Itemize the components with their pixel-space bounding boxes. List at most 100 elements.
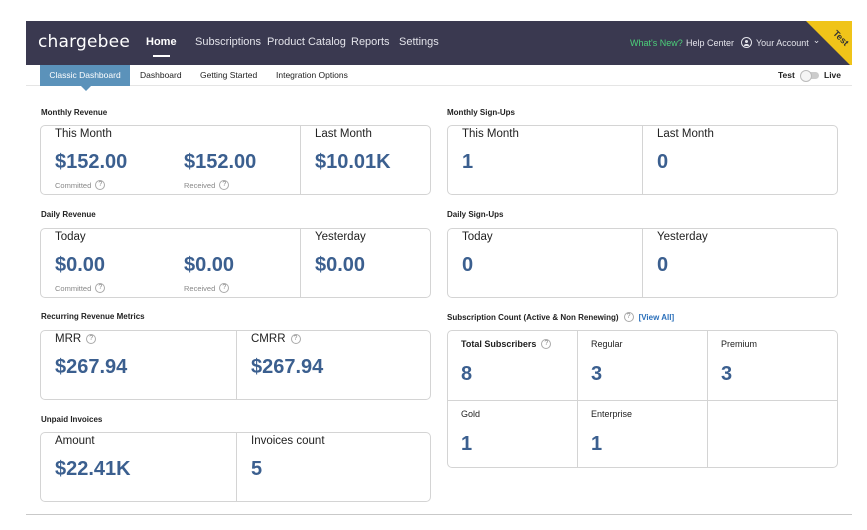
cmrr-label-wrap: CMRR ?	[251, 333, 301, 345]
premium-cell: Premium 3	[707, 331, 837, 400]
bottom-divider	[26, 514, 852, 515]
committed-label-wrap: Committed ?	[55, 180, 106, 190]
unpaid-invoices-title: Unpaid Invoices	[41, 415, 103, 424]
monthly-revenue-title: Monthly Revenue	[41, 108, 108, 117]
committed-label: Committed	[55, 283, 92, 293]
mrr-cell: MRR ? $267.94	[41, 331, 236, 399]
unpaid-invoices-panel: Amount $22.41K Invoices count 5	[40, 432, 431, 502]
cmrr-cell: CMRR ? $267.94	[236, 331, 430, 399]
committed-label: Committed	[55, 180, 92, 190]
subscription-count-title: Subscription Count (Active & Non Renewin…	[447, 312, 619, 322]
user-avatar-icon	[741, 37, 752, 48]
total-subscribers-cell: Total Subscribers ? 8	[448, 331, 577, 400]
regular-cell: Regular 3	[577, 331, 707, 400]
amount-value: $22.41K	[55, 458, 131, 480]
cmrr-value: $267.94	[251, 356, 324, 378]
daily-received-value: $0.00	[184, 254, 235, 276]
help-center-link[interactable]: Help Center	[686, 38, 734, 48]
regular-value: 3	[591, 363, 603, 385]
help-icon[interactable]: ?	[86, 334, 97, 344]
last-month-label: Last Month	[657, 128, 714, 140]
daily-revenue-panel: Today $0.00 Committed ? $0.00 Received ?…	[40, 228, 431, 298]
yesterday-value: $0.00	[315, 254, 366, 276]
mrr-label-wrap: MRR ?	[55, 333, 97, 345]
daily-revenue-yesterday: Yesterday $0.00	[300, 229, 430, 297]
help-icon[interactable]: ?	[95, 283, 106, 293]
total-subscribers-label: Total Subscribers	[461, 339, 537, 349]
recurring-revenue-title: Recurring Revenue Metrics	[41, 312, 145, 321]
daily-committed-value: $0.00	[55, 254, 106, 276]
enterprise-cell: Enterprise 1	[577, 400, 707, 467]
monthly-revenue-this-month: This Month $152.00 Committed ? $152.00 R…	[41, 126, 300, 194]
invoices-count-cell: Invoices count 5	[236, 433, 430, 501]
help-icon[interactable]: ?	[95, 180, 106, 190]
daily-committed-label-wrap: Committed ?	[55, 283, 106, 293]
signups-today: Today 0	[448, 229, 642, 297]
received-label: Received	[184, 180, 216, 190]
help-icon[interactable]: ?	[219, 283, 230, 293]
signups-last-month: Last Month 0	[642, 126, 837, 194]
signups-today-value: 0	[462, 254, 474, 276]
committed-value: $152.00	[55, 151, 128, 173]
monthly-revenue-panel: This Month $152.00 Committed ? $152.00 R…	[40, 125, 431, 195]
total-subscribers-value: 8	[461, 363, 473, 385]
monthly-signups-title: Monthly Sign-Ups	[447, 108, 515, 117]
last-month-value: $10.01K	[315, 151, 391, 173]
monthly-revenue-last-month: Last Month $10.01K	[300, 126, 430, 194]
yesterday-label: Yesterday	[315, 231, 366, 243]
amount-cell: Amount $22.41K	[41, 433, 236, 501]
chargebee-logo[interactable]: chargebee	[38, 32, 130, 52]
enterprise-label: Enterprise	[591, 409, 633, 419]
mode-test-label: Test	[778, 70, 795, 80]
tab-integration-options[interactable]: Integration Options	[276, 70, 348, 80]
received-label-wrap: Received ?	[184, 180, 230, 190]
enterprise-value: 1	[591, 433, 603, 455]
empty-cell	[707, 400, 837, 467]
mrr-value: $267.94	[55, 356, 128, 378]
whats-new-link[interactable]: What's New?	[630, 38, 683, 48]
daily-signups-title: Daily Sign-Ups	[447, 210, 504, 219]
received-value: $152.00	[184, 151, 257, 173]
tab-classic-dashboard[interactable]: Classic Dashboard	[40, 65, 130, 91]
gold-cell: Gold 1	[448, 400, 577, 467]
invoices-count-value: 5	[251, 458, 263, 480]
total-subscribers-label-wrap: Total Subscribers ?	[461, 339, 552, 349]
cmrr-label: CMRR	[251, 333, 286, 345]
today-label: Today	[55, 231, 86, 243]
nav-reports[interactable]: Reports	[351, 36, 390, 48]
gold-label: Gold	[461, 409, 481, 419]
account-label: Your Account	[756, 37, 809, 48]
yesterday-label: Yesterday	[657, 231, 708, 243]
nav-home[interactable]: Home	[146, 36, 177, 57]
daily-revenue-today: Today $0.00 Committed ? $0.00 Received ?	[41, 229, 300, 297]
this-month-label: This Month	[55, 128, 112, 140]
monthly-signups-panel: This Month 1 Last Month 0	[447, 125, 838, 195]
test-live-toggle[interactable]	[800, 70, 819, 82]
help-icon[interactable]: ?	[219, 180, 230, 190]
daily-signups-panel: Today 0 Yesterday 0	[447, 228, 838, 298]
premium-label: Premium	[721, 339, 758, 349]
subscription-count-panel: Total Subscribers ? 8 Regular 3 Premium …	[447, 330, 838, 468]
signups-yesterday: Yesterday 0	[642, 229, 837, 297]
tab-getting-started[interactable]: Getting Started	[200, 70, 257, 80]
signups-this-month: This Month 1	[448, 126, 642, 194]
daily-received-label-wrap: Received ?	[184, 283, 230, 293]
help-icon[interactable]: ?	[290, 334, 301, 344]
tab-dashboard[interactable]: Dashboard	[140, 70, 182, 80]
received-label: Received	[184, 283, 216, 293]
mrr-label: MRR	[55, 333, 82, 345]
mode-live-label: Live	[824, 70, 842, 80]
signups-yesterday-value: 0	[657, 254, 669, 276]
help-icon[interactable]: ?	[623, 312, 634, 322]
invoices-count-label: Invoices count	[251, 435, 325, 447]
nav-settings[interactable]: Settings	[399, 36, 439, 48]
sub-navbar: Classic Dashboard Dashboard Getting Star…	[26, 65, 852, 91]
subscription-count-heading: Subscription Count (Active & Non Renewin…	[447, 312, 674, 322]
gold-value: 1	[461, 433, 473, 455]
premium-value: 3	[721, 363, 733, 385]
top-navbar: chargebee Home Subscriptions Product Cat…	[26, 21, 852, 65]
nav-product-catalog[interactable]: Product Catalog	[267, 36, 346, 48]
help-icon[interactable]: ?	[541, 339, 552, 349]
view-all-link[interactable]: [View All]	[639, 313, 675, 322]
nav-subscriptions[interactable]: Subscriptions	[195, 36, 261, 48]
